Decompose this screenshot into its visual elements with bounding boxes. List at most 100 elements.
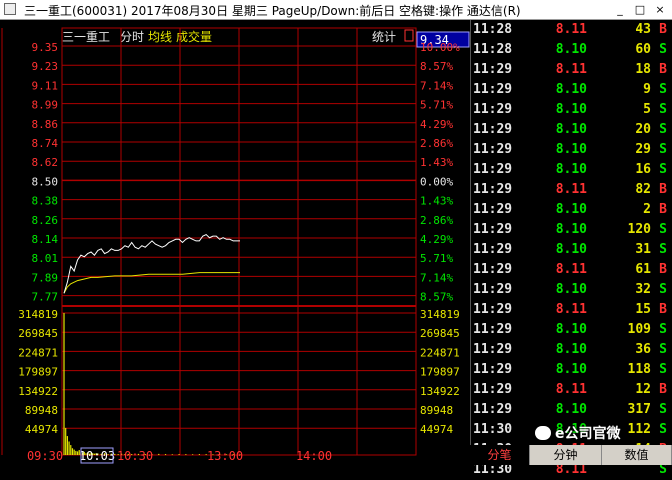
trade-time: 11:29 (473, 162, 513, 177)
maximize-button[interactable]: □ (632, 2, 648, 17)
trade-row[interactable]: 11:29 8.10 5 S (471, 100, 672, 120)
price-tick-label: 9.23 (32, 60, 59, 73)
trade-direction: B (659, 302, 667, 317)
trade-time: 11:28 (473, 22, 513, 37)
trade-volume: 109 (627, 322, 651, 337)
stats-button[interactable]: 统计 (372, 30, 396, 44)
trade-row[interactable]: 11:29 8.10 9 S (471, 80, 672, 100)
trade-volume: 16 (635, 162, 651, 177)
trade-direction: S (659, 102, 667, 117)
trade-volume: 43 (635, 22, 651, 37)
app-icon[interactable] (4, 3, 16, 15)
trade-time: 11:29 (473, 122, 513, 137)
trade-time: 11:29 (473, 202, 513, 217)
price-tick-label: 7.89 (32, 271, 59, 284)
trade-row[interactable]: 11:28 8.10 60 S (471, 40, 672, 60)
trade-direction: S (659, 402, 667, 417)
trade-row[interactable]: 11:29 8.10 120 S (471, 220, 672, 240)
price-axis: 9.35 9.23 9.11 8.99 8.86 8.74 8.62 8.50 8.38 8.26… (32, 41, 59, 304)
volume-tick-label-right: 134922 (420, 385, 460, 398)
trade-volume: 5 (643, 102, 651, 117)
mode-label[interactable]: 分时 (120, 30, 144, 44)
tick-trade-list[interactable]: 11:28 8.11 43 B 11:28 8.10 60 S 11:29 8.11 18 B 11:2… (470, 20, 672, 477)
percent-tick-label: 1.43% (420, 156, 453, 169)
trade-time: 11:29 (473, 282, 513, 297)
percent-tick-label: 2.86% (420, 214, 453, 227)
percent-tick-label: 5.71% (420, 99, 453, 112)
trade-time: 11:29 (473, 362, 513, 377)
volume-tick-label-right: 314819 (420, 308, 460, 321)
price-tick-label: 8.50 (32, 175, 59, 188)
percent-tick-label: 5.71% (420, 252, 453, 265)
tab-values[interactable]: 数值 (602, 445, 672, 465)
price-tick-label: 8.14 (32, 233, 59, 246)
trade-row[interactable]: 11:28 8.11 43 B (471, 20, 672, 40)
trade-time: 11:29 (473, 102, 513, 117)
trade-row[interactable]: 11:29 8.10 29 S (471, 140, 672, 160)
trade-row[interactable]: 11:29 8.10 118 S (471, 360, 672, 380)
volume-tick-label-right: 269845 (420, 327, 460, 340)
trade-row[interactable]: 11:29 8.10 317 S (471, 400, 672, 420)
trade-time: 11:29 (473, 302, 513, 317)
minimize-button[interactable]: _ (612, 2, 628, 17)
time-tick-label: 10:03 (79, 449, 115, 463)
volume-tick-label-right: 224871 (420, 346, 460, 359)
trade-row[interactable]: 11:29 8.10 2 B (471, 200, 672, 220)
stats-box-icon[interactable] (404, 29, 414, 42)
trade-direction: S (659, 342, 667, 357)
price-tick-label: 8.38 (32, 195, 59, 208)
trade-time: 11:29 (473, 262, 513, 277)
window-titlebar: 三一重工(600031) 2017年08月30日 星期三 PageUp/Down… (0, 0, 672, 20)
trade-price: 8.11 (555, 62, 587, 77)
wechat-icon (535, 426, 551, 440)
trade-direction: S (659, 362, 667, 377)
trade-row[interactable]: 11:29 8.10 16 S (471, 160, 672, 180)
percent-tick-label: 1.43% (420, 195, 453, 208)
trade-price: 8.10 (555, 222, 587, 237)
trade-row[interactable]: 11:29 8.10 31 S (471, 240, 672, 260)
intraday-chart[interactable]: 三一重工 分时 均线 成交量 统计 9.34 9.35 9.23 9.11 8.99 8… (0, 20, 470, 465)
volume-tick-label: 314819 (18, 308, 58, 321)
trade-volume: 120 (627, 222, 651, 237)
trade-volume: 2 (643, 202, 651, 217)
trade-price: 8.11 (555, 22, 587, 37)
trade-time: 11:29 (473, 322, 513, 337)
trade-volume: 12 (635, 382, 651, 397)
trade-time: 11:29 (473, 342, 513, 357)
volume-tick-label: 44974 (25, 423, 58, 436)
trade-row[interactable]: 11:29 8.10 32 S (471, 280, 672, 300)
volume-label[interactable]: 成交量 (176, 29, 212, 44)
close-button[interactable]: × (652, 2, 668, 17)
trade-row[interactable]: 11:29 8.10 20 S (471, 120, 672, 140)
tab-minutes[interactable]: 分钟 (530, 445, 602, 465)
percent-tick-label: 7.14% (420, 271, 453, 284)
trade-time: 11:29 (473, 242, 513, 257)
trade-direction: S (659, 322, 667, 337)
percent-tick-label: 8.57% (420, 60, 453, 73)
trade-price: 8.10 (555, 82, 587, 97)
trade-time: 11:29 (473, 382, 513, 397)
trade-volume: 15 (635, 302, 651, 317)
trade-row[interactable]: 11:29 8.11 61 B (471, 260, 672, 280)
trade-row[interactable]: 11:29 8.10 36 S (471, 340, 672, 360)
trade-direction: B (659, 182, 667, 197)
trade-price: 8.11 (555, 302, 587, 317)
trade-row[interactable]: 11:29 8.11 12 B (471, 380, 672, 400)
volume-tick-label: 179897 (18, 366, 58, 379)
trade-direction: S (659, 422, 667, 437)
trade-direction: S (659, 82, 667, 97)
price-tick-label: 8.26 (32, 214, 59, 227)
trade-direction: B (659, 202, 667, 217)
trade-direction: S (659, 42, 667, 57)
tab-ticks[interactable]: 分笔 (470, 445, 530, 465)
avg-line-label[interactable]: 均线 (148, 30, 172, 44)
intraday-chart-svg[interactable]: 三一重工 分时 均线 成交量 统计 9.34 9.359.239.118.998… (0, 20, 470, 465)
trade-row[interactable]: 11:29 8.11 82 B (471, 180, 672, 200)
trade-row[interactable]: 11:29 8.10 109 S (471, 320, 672, 340)
trade-direction: B (659, 62, 667, 77)
trade-row[interactable]: 11:29 8.11 18 B (471, 60, 672, 80)
trade-price: 8.10 (555, 402, 587, 417)
trade-direction: B (659, 382, 667, 397)
trade-volume: 31 (635, 242, 651, 257)
trade-row[interactable]: 11:29 8.11 15 B (471, 300, 672, 320)
